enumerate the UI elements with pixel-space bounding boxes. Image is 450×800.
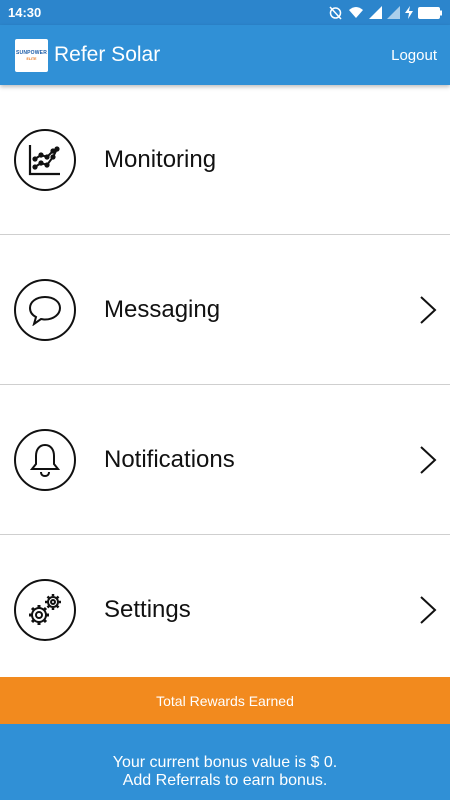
battery-icon bbox=[418, 6, 442, 19]
chat-bubble-icon bbox=[14, 278, 76, 341]
total-rewards-button[interactable]: Total Rewards Earned bbox=[0, 677, 450, 724]
signal-icon bbox=[369, 6, 382, 19]
status-bar: 14:30 bbox=[0, 0, 450, 25]
bonus-hint-text: Add Referrals to earn bonus. bbox=[122, 772, 328, 789]
menu-item-notifications[interactable]: Notifications bbox=[0, 385, 450, 535]
gears-icon bbox=[14, 579, 76, 641]
bonus-panel: Your current bonus value is $ 0. Add Ref… bbox=[0, 724, 450, 800]
chevron-right-icon bbox=[420, 596, 437, 624]
menu-label-settings: Settings bbox=[104, 596, 191, 623]
wifi-icon bbox=[349, 7, 363, 18]
alarm-off-icon bbox=[329, 6, 342, 20]
status-time: 14:30 bbox=[8, 5, 42, 20]
signal-icon bbox=[387, 6, 400, 19]
chevron-right-icon bbox=[420, 295, 437, 324]
charging-icon bbox=[405, 6, 413, 19]
chart-icon bbox=[14, 128, 76, 191]
menu-item-settings[interactable]: Settings bbox=[0, 535, 450, 685]
menu-item-messaging[interactable]: Messaging bbox=[0, 235, 450, 385]
logo-text-top: SUNPOWER bbox=[15, 49, 48, 56]
chevron-right-icon bbox=[420, 445, 437, 474]
bell-icon bbox=[14, 428, 76, 491]
total-rewards-label: Total Rewards Earned bbox=[156, 692, 294, 709]
menu-label-notifications: Notifications bbox=[104, 445, 235, 473]
main-menu: Monitoring Messaging Notifications Setti… bbox=[0, 85, 450, 685]
app-bar: SUNPOWER ELITE Refer Solar Logout bbox=[0, 25, 450, 85]
status-icons bbox=[328, 5, 442, 20]
logout-button[interactable]: Logout bbox=[391, 47, 437, 64]
menu-label-monitoring: Monitoring bbox=[104, 145, 217, 173]
menu-item-monitoring[interactable]: Monitoring bbox=[0, 85, 450, 235]
bonus-value-text: Your current bonus value is $ 0. bbox=[112, 754, 338, 771]
menu-label-messaging: Messaging bbox=[104, 295, 221, 323]
sunpower-logo: SUNPOWER ELITE bbox=[15, 38, 48, 72]
logo-text-bottom: ELITE bbox=[26, 56, 37, 61]
app-title: Refer Solar bbox=[54, 43, 161, 66]
